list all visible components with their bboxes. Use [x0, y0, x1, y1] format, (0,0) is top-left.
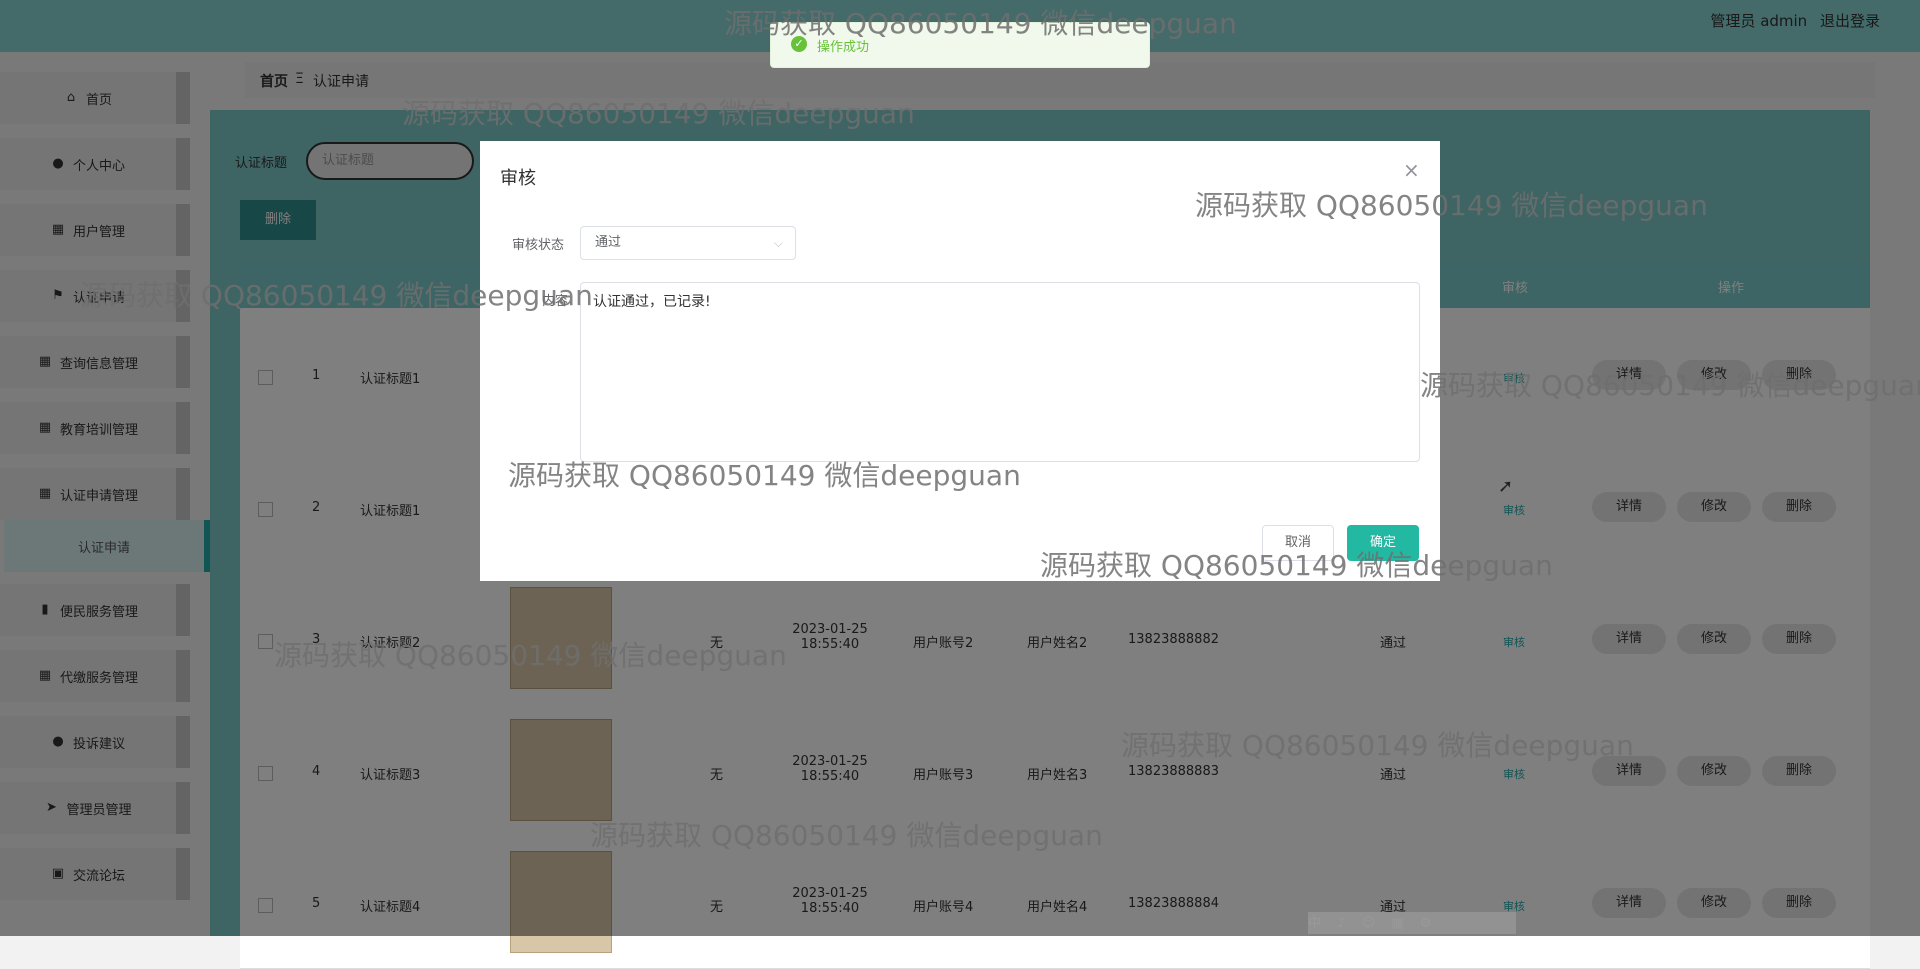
content-textarea[interactable]: 认证通过，已记录!	[580, 282, 1420, 462]
success-toast: ✓ 操作成功	[770, 22, 1150, 68]
status-select-value: 通过	[595, 235, 622, 250]
chevron-down-icon: ⌵	[773, 236, 783, 250]
status-select[interactable]: 通过 ⌵	[580, 226, 796, 260]
close-icon[interactable]: ×	[1403, 158, 1420, 182]
toast-message: 操作成功	[817, 40, 870, 55]
content-label: 内容	[542, 294, 569, 309]
ime-toolbar: 中 ♪ ☺ ▦ ⚙	[1308, 912, 1516, 934]
mouse-cursor-icon: ➚	[1498, 476, 1514, 497]
status-label: 审核状态	[512, 238, 565, 253]
confirm-button[interactable]: 确定	[1347, 525, 1419, 561]
dialog-title: 审核	[500, 168, 536, 189]
cancel-button[interactable]: 取消	[1262, 525, 1334, 561]
check-circle-icon: ✓	[791, 36, 807, 52]
